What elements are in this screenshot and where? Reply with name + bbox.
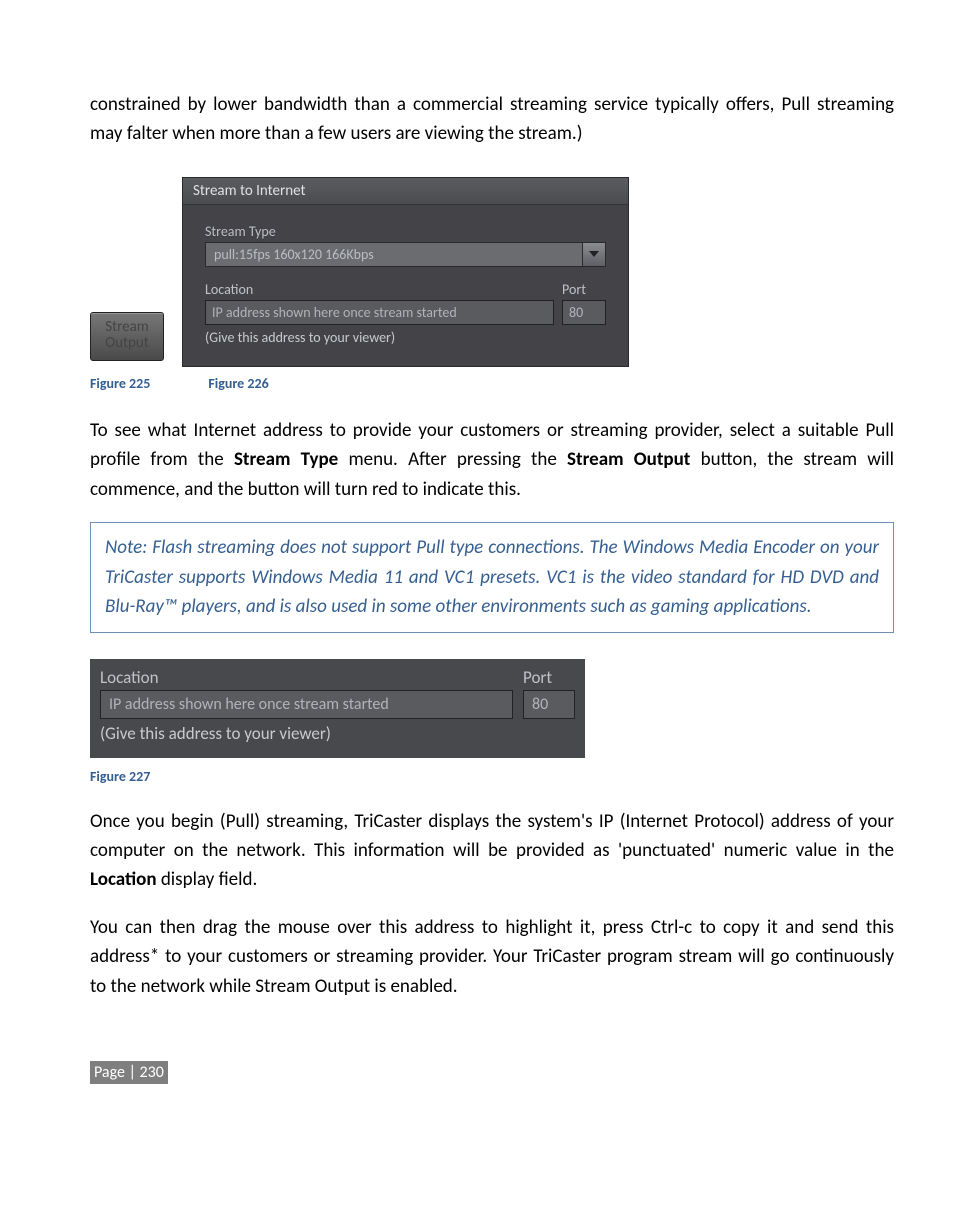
port-field-227[interactable]: 80	[523, 690, 575, 719]
location-hint-227: (Give this address to your viewer)	[100, 723, 513, 744]
stream-type-dropdown[interactable]: pull:15fps 160x120 166Kbps	[205, 242, 606, 267]
stream-output-button[interactable]: Stream Output	[90, 312, 164, 361]
location-field-227[interactable]: IP address shown here once stream starte…	[100, 690, 513, 719]
port-field[interactable]: 80	[562, 300, 606, 325]
intro-paragraph: constrained by lower bandwidth than a co…	[90, 90, 894, 149]
caption-row-225-226: Figure 225 Figure 226	[90, 375, 894, 392]
port-label: Port	[562, 281, 606, 298]
paragraph-location: Once you begin (Pull) streaming, TriCast…	[90, 807, 894, 895]
stream-type-label: Stream Type	[205, 223, 606, 240]
para3-post: display field.	[157, 868, 258, 891]
location-label-227: Location	[100, 667, 513, 688]
stream-output-line1: Stream	[91, 319, 163, 336]
para3-bold: Location	[90, 868, 157, 891]
location-label: Location	[205, 281, 554, 298]
panel-titlebar: Stream to Internet	[183, 178, 628, 205]
port-label-227: Port	[523, 667, 575, 688]
chevron-down-icon[interactable]	[582, 242, 606, 267]
para2-bold2: Stream Output	[567, 448, 690, 471]
stream-output-line2: Output	[91, 335, 163, 352]
para2-bold1: Stream Type	[234, 448, 338, 471]
figure-225-caption: Figure 225	[90, 375, 150, 392]
stream-type-value: pull:15fps 160x120 166Kbps	[205, 242, 582, 267]
page-number-badge: Page | 230	[90, 1061, 168, 1084]
figure-226-caption: Figure 226	[208, 375, 268, 392]
figure-227-panel: Location IP address shown here once stre…	[90, 659, 585, 758]
para2-mid: menu. After pressing the	[338, 448, 567, 471]
figure-227-caption: Figure 227	[90, 768, 894, 785]
location-field[interactable]: IP address shown here once stream starte…	[205, 300, 554, 325]
note-box: Note: Flash streaming does not support P…	[90, 522, 894, 632]
para3-pre: Once you begin (Pull) streaming, TriCast…	[90, 810, 894, 862]
stream-to-internet-panel: Stream to Internet Stream Type pull:15fp…	[182, 177, 629, 367]
stream-output-button-column: Stream Output	[90, 312, 164, 367]
figure-225-226-row: Stream Output Stream to Internet Stream …	[90, 177, 894, 367]
location-hint: (Give this address to your viewer)	[205, 329, 554, 346]
paragraph-drag-copy: You can then drag the mouse over this ad…	[90, 913, 894, 1001]
paragraph-stream-type: To see what Internet address to provide …	[90, 416, 894, 504]
page-footer: Page | 230	[90, 1061, 894, 1084]
